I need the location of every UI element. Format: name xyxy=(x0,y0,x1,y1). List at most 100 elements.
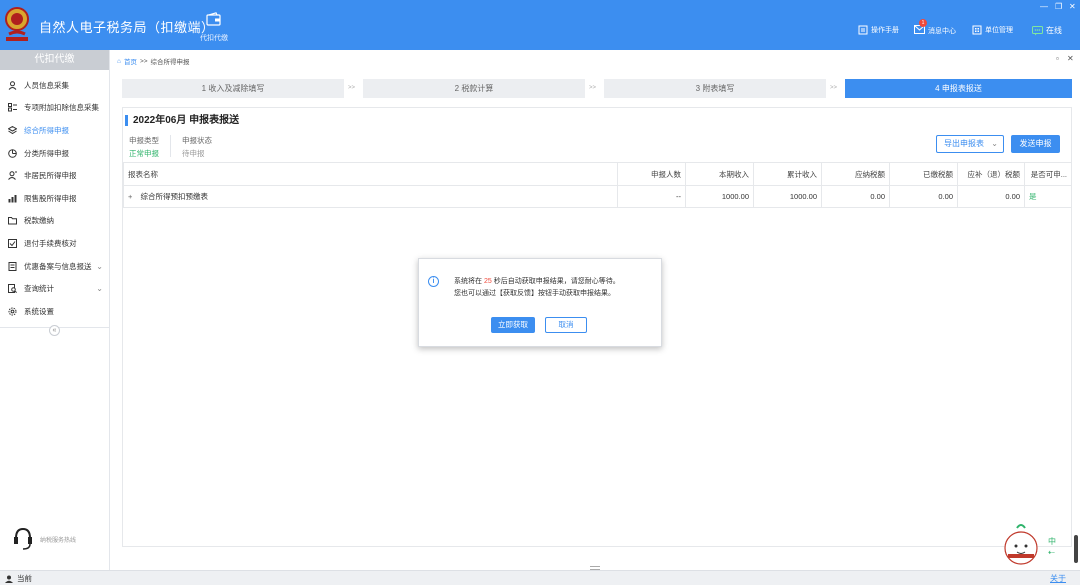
cell-cumulative-income: 1000.00 xyxy=(753,185,822,208)
assistant-mascot-icon[interactable] xyxy=(1000,520,1042,566)
sidebar-item-refund-fee-check[interactable]: 退付手续费核对 xyxy=(0,232,109,255)
send-report-button[interactable]: 发送申报 xyxy=(1011,135,1060,153)
sidebar-item-special-deduction[interactable]: 专项附加扣除信息采集 xyxy=(0,97,109,120)
message-badge: 1 xyxy=(919,19,927,27)
table-header-row: 报表名称 申报人数 本期收入 累计收入 应纳税额 已缴税额 应补（退）税额 是否… xyxy=(123,162,1072,186)
sidebar-collapse-button[interactable]: « xyxy=(49,325,60,336)
sidebar-item-restricted-stock[interactable]: 限售股所得申报 xyxy=(0,187,109,210)
step-tax-calculation[interactable]: 2 税款计算 xyxy=(363,79,585,98)
column-header-people: 申报人数 xyxy=(617,162,686,186)
tab-withholding[interactable]: 代扣代缴 xyxy=(196,12,232,43)
sidebar-item-tax-payment[interactable]: 税款缴纳 xyxy=(0,210,109,233)
wallet-icon xyxy=(206,12,221,26)
sidebar-item-label: 综合所得申报 xyxy=(24,125,69,135)
cell-tax-diff: 0.00 xyxy=(957,185,1025,208)
assistant-arrow-icon: ⇠ xyxy=(1048,548,1055,557)
breadcrumb-home-link[interactable]: 首页 xyxy=(124,56,137,66)
sidebar-item-nonresident-income[interactable]: 非居民所得申报 xyxy=(0,164,109,187)
tab-withholding-label: 代扣代缴 xyxy=(200,35,228,42)
step-separator: >> xyxy=(830,85,838,91)
tab-restore-button[interactable]: ▫ xyxy=(1056,54,1059,63)
sidebar-item-system-settings[interactable]: 系统设置 xyxy=(0,300,109,323)
title-bar: 自然人电子税务局（扣缴端） 代扣代缴 — ❐ ✕ 操作手册 1 消息中心 单位管… xyxy=(0,0,1080,50)
sidebar-item-label: 分类所得申报 xyxy=(24,148,69,158)
chat-icon xyxy=(1032,25,1043,35)
dialog-message-line2: 您也可以通过【获取反馈】按钮手动获取申报结果。 xyxy=(454,290,615,297)
result-dialog: i 系统将在 25 秒后自动获取申报结果，请您耐心等待。 您也可以通过【获取反馈… xyxy=(418,258,662,347)
layers-icon xyxy=(8,125,17,135)
breadcrumb: ⌂ 首页 >> 综合所得申报 xyxy=(117,56,190,67)
hotline-label: 纳税服务热线 xyxy=(40,537,77,544)
step-income-deduction[interactable]: 1 收入及减除填写 xyxy=(122,79,344,98)
breadcrumb-current: 综合所得申报 xyxy=(150,59,190,66)
cancel-button[interactable]: 取消 xyxy=(545,317,587,333)
folder-icon xyxy=(8,217,17,225)
assistant-language-label: 中 xyxy=(1048,537,1056,546)
restore-button[interactable]: ❐ xyxy=(1055,2,1062,11)
breadcrumb-separator: >> xyxy=(139,57,148,65)
step-report-submission[interactable]: 4 申报表报送 xyxy=(845,79,1072,98)
manual-label: 操作手册 xyxy=(871,27,899,34)
manual-button[interactable]: 操作手册 xyxy=(858,25,899,35)
dialog-message-line1: 系统将在 25 秒后自动获取申报结果，请您耐心等待。 xyxy=(454,276,620,286)
step-separator: >> xyxy=(589,85,597,91)
info-icon: i xyxy=(428,276,439,287)
sidebar-item-personnel-info[interactable]: 人员信息采集 xyxy=(0,74,109,97)
headset-icon xyxy=(14,527,32,550)
fetch-now-button[interactable]: 立即获取 xyxy=(491,317,535,333)
sidebar-item-preferential-filing[interactable]: 优惠备案与信息报送 ⌄ xyxy=(0,255,109,278)
step-wizard: 1 收入及减除填写 >> 2 税款计算 >> 3 附表填写 >> 4 申报表报送 xyxy=(122,79,1072,98)
scrollbar-thumb[interactable] xyxy=(1074,535,1078,563)
dialog-message-suffix: 秒后自动获取申报结果，请您耐心等待。 xyxy=(493,278,620,285)
dialog-message-prefix: 系统将在 xyxy=(454,278,482,285)
sidebar-item-label: 系统设置 xyxy=(24,306,54,316)
meta-divider xyxy=(170,135,171,157)
column-header-cumulative-income: 累计收入 xyxy=(753,162,822,186)
column-header-tax-paid: 已缴税额 xyxy=(889,162,958,186)
assistant-side-panel[interactable]: 中 ⇠ xyxy=(1048,536,1056,558)
cell-can-declare: 是 xyxy=(1024,185,1072,208)
cell-income: 1000.00 xyxy=(685,185,754,208)
online-service-label: 在线 xyxy=(1046,26,1062,35)
doc-icon xyxy=(8,261,17,271)
column-header-tax-diff: 应补（退）税额 xyxy=(957,162,1025,186)
home-icon: ⌂ xyxy=(117,57,121,65)
close-button[interactable]: ✕ xyxy=(1069,2,1076,11)
minimize-button[interactable]: — xyxy=(1040,2,1048,11)
online-service-button[interactable]: 在线 xyxy=(1032,25,1062,36)
app-title: 自然人电子税务局（扣缴端） xyxy=(39,20,215,35)
about-link[interactable]: 关于 xyxy=(1050,573,1066,584)
sidebar-item-label: 人员信息采集 xyxy=(24,80,69,90)
message-center-button[interactable]: 1 消息中心 xyxy=(914,19,956,36)
step-attachment[interactable]: 3 附表填写 xyxy=(604,79,826,98)
sidebar-item-query-statistics[interactable]: 查询统计 ⌄ xyxy=(0,277,109,300)
cell-tax-due: 0.00 xyxy=(821,185,890,208)
gear-icon xyxy=(8,307,17,316)
report-name-text: 综合所得预扣预缴表 xyxy=(140,192,208,201)
row-expander-icon[interactable]: + xyxy=(128,192,132,201)
service-hotline: 纳税服务热线 xyxy=(12,526,76,552)
unit-management-label: 单位管理 xyxy=(985,27,1013,34)
current-user-status: 当前 xyxy=(5,573,32,584)
sidebar-item-label: 非居民所得申报 xyxy=(24,171,77,181)
tab-close-button[interactable]: ✕ xyxy=(1067,54,1074,63)
user-icon xyxy=(8,171,17,181)
sidebar-title: 代扣代缴 xyxy=(0,50,109,70)
column-header-tax-due: 应纳税额 xyxy=(821,162,890,186)
sidebar-item-label: 退付手续费核对 xyxy=(24,238,77,248)
chevron-down-icon: ⌄ xyxy=(991,139,998,148)
sidebar-item-classified-income[interactable]: 分类所得申报 xyxy=(0,142,109,165)
unit-management-button[interactable]: 单位管理 xyxy=(972,25,1013,35)
bar-chart-icon xyxy=(8,194,17,203)
export-report-label: 导出申报表 xyxy=(944,139,984,148)
cell-tax-paid: 0.00 xyxy=(889,185,958,208)
person-icon xyxy=(8,81,17,90)
sidebar-item-comprehensive-income[interactable]: 综合所得申报 xyxy=(0,119,109,142)
building-icon xyxy=(972,25,982,35)
sidebar-item-label: 优惠备案与信息报送 xyxy=(24,261,92,271)
table-row[interactable]: + 综合所得预扣预缴表 -- 1000.00 1000.00 0.00 0.00… xyxy=(123,185,1072,208)
countdown-seconds: 25 xyxy=(483,278,492,285)
export-report-button[interactable]: 导出申报表 ⌄ xyxy=(936,135,1004,153)
emblem-logo-icon xyxy=(5,7,29,41)
report-type-value: 正常申报 xyxy=(129,149,159,158)
